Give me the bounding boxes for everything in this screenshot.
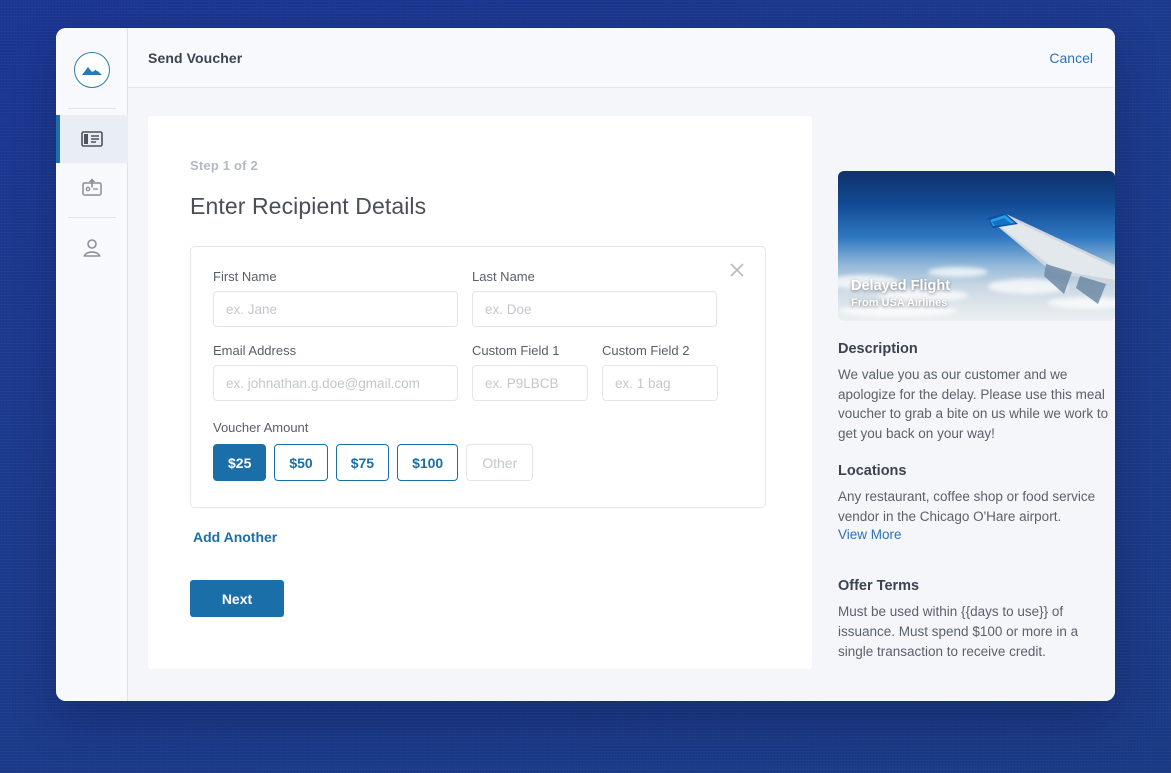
sidebar-item-send[interactable]: [56, 163, 128, 211]
form-card: Step 1 of 2 Enter Recipient Details Firs…: [148, 116, 812, 669]
offer-panel: Delayed Flight From USA Airlines Descrip…: [812, 88, 1115, 701]
sidebar-divider-top: [67, 108, 116, 109]
amount-option-other[interactable]: Other: [466, 444, 534, 481]
offer-terms-heading: Offer Terms: [838, 578, 920, 595]
email-label: Email Address: [213, 343, 297, 358]
description-section: Description We value you as our customer…: [838, 341, 1115, 443]
last-name-field: Last Name: [472, 269, 717, 327]
next-button[interactable]: Next: [190, 580, 284, 617]
close-icon[interactable]: [727, 260, 747, 280]
description-heading: Description: [838, 341, 918, 357]
contact-row: Email Address Custom Field 1 Custom Fiel…: [213, 343, 741, 401]
custom-field-2-label: Custom Field 2: [602, 343, 690, 358]
add-another-button[interactable]: Add Another: [193, 529, 277, 545]
mountain-logo-icon: [73, 52, 110, 88]
amount-option-100[interactable]: $100: [397, 444, 459, 481]
locations-section: Locations Any restaurant, coffee shop or…: [838, 463, 1115, 544]
last-name-label: Last Name: [472, 269, 535, 284]
amount-option-50[interactable]: $50: [274, 444, 328, 481]
locations-body: Any restaurant, coffee shop or food serv…: [838, 489, 1096, 524]
first-name-field: First Name: [213, 269, 458, 327]
form-heading: Enter Recipient Details: [190, 193, 427, 219]
offer-image-title: Delayed Flight: [851, 278, 951, 294]
recipient-card: First Name Last Name Email Address: [190, 246, 766, 508]
sidebar-divider-mid: [67, 217, 116, 218]
first-name-input[interactable]: [213, 291, 458, 327]
last-name-input[interactable]: [472, 291, 717, 327]
send-card-icon: [81, 178, 102, 196]
step-indicator: Step 1 of 2: [190, 158, 258, 173]
amount-option-75[interactable]: $75: [335, 444, 390, 481]
sidebar: [56, 28, 128, 701]
email-field: Email Address: [213, 343, 458, 401]
app-window: Send Voucher Cancel Step 1 of 2 Enter Re…: [56, 28, 1115, 701]
app-logo[interactable]: [56, 40, 128, 100]
voucher-amount-group: $25 $50 $75 $100 Other: [213, 444, 741, 481]
page-title: Send Voucher: [148, 49, 243, 66]
sidebar-item-account[interactable]: [56, 224, 128, 272]
cancel-button[interactable]: Cancel: [1049, 50, 1093, 66]
topbar: Send Voucher Cancel: [128, 28, 1115, 88]
mountain-logo-glyph: [81, 67, 102, 75]
offer-image: Delayed Flight From USA Airlines: [838, 171, 1115, 321]
voucher-ticket-icon: [80, 131, 103, 147]
locations-heading: Locations: [838, 463, 907, 480]
airplane-wing-icon: [987, 213, 1115, 304]
email-input[interactable]: [213, 365, 458, 401]
custom-field-1-input[interactable]: [472, 365, 588, 401]
name-row: First Name Last Name: [213, 269, 741, 327]
amount-option-25[interactable]: $25: [213, 444, 267, 481]
offer-image-subtitle: From USA Airlines: [851, 297, 948, 309]
voucher-amount-label: Voucher Amount: [213, 420, 309, 435]
custom-field-1: Custom Field 1: [472, 343, 588, 401]
custom-field-1-label: Custom Field 1: [472, 343, 560, 358]
user-profile-icon: [83, 239, 100, 257]
offer-terms-section: Offer Terms Must be used within {{days t…: [838, 578, 1115, 661]
view-more-link[interactable]: View More: [838, 527, 902, 542]
sidebar-item-vouchers[interactable]: [56, 115, 128, 163]
main-shell: Send Voucher Cancel Step 1 of 2 Enter Re…: [128, 28, 1115, 701]
first-name-label: First Name: [213, 269, 277, 284]
description-body: We value you as our customer and we apol…: [838, 367, 1109, 441]
custom-field-2-input[interactable]: [602, 365, 718, 401]
custom-field-2: Custom Field 2: [602, 343, 718, 401]
offer-terms-body: Must be used within {{days to use}} of i…: [838, 604, 1079, 659]
body-area: Step 1 of 2 Enter Recipient Details Firs…: [128, 88, 1115, 701]
close-x-glyph: [730, 263, 744, 277]
